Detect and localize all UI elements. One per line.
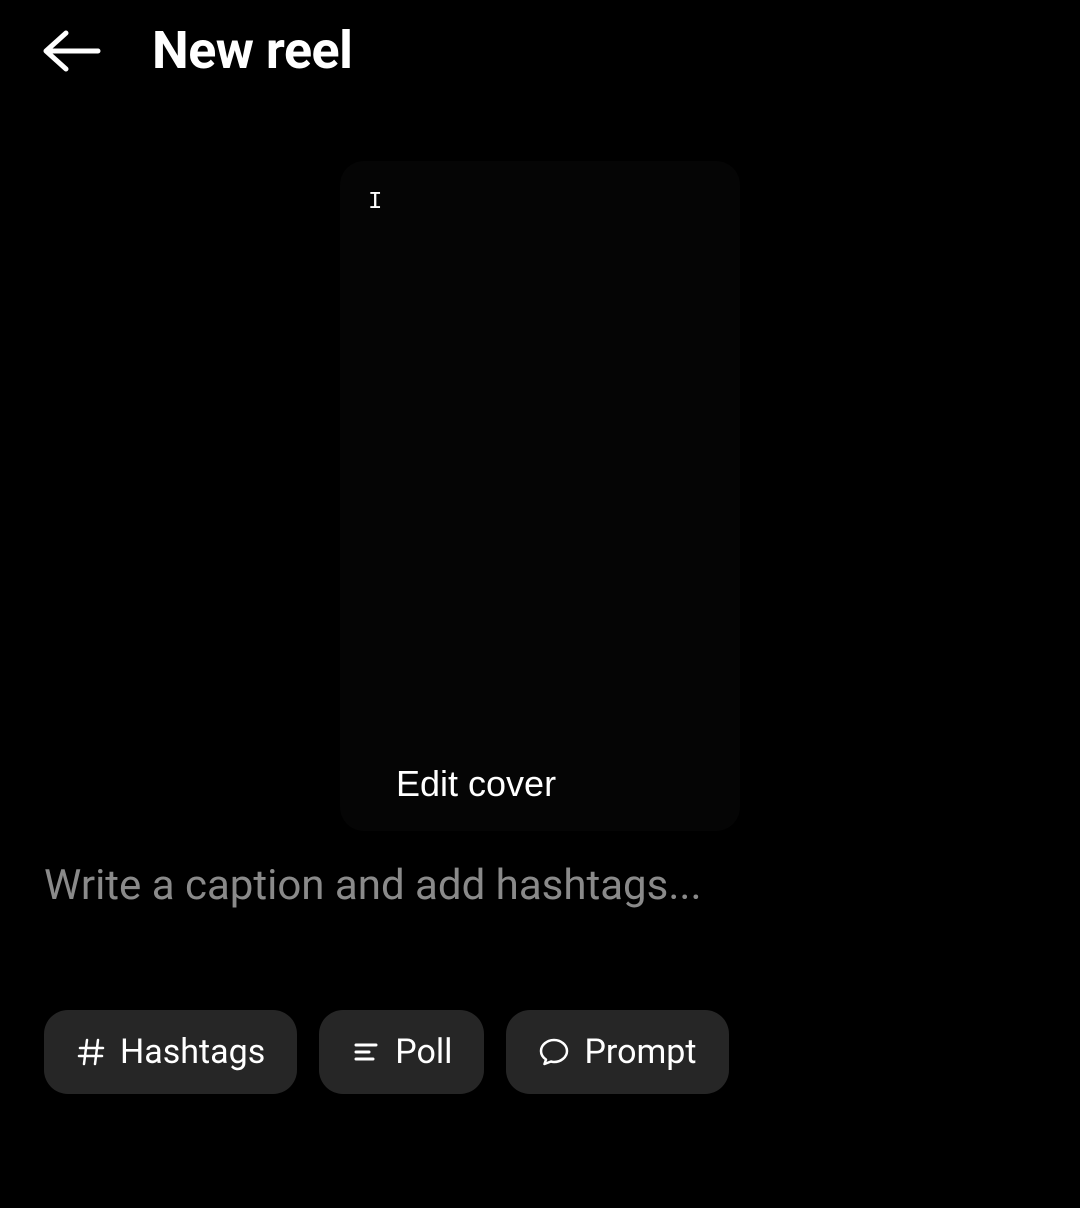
back-button[interactable] [40,27,102,75]
hashtag-icon [76,1037,106,1067]
prompt-chip-label: Prompt [584,1032,696,1072]
poll-chip[interactable]: Poll [319,1010,484,1094]
chip-row: Hashtags Poll Prompt [0,1010,1080,1094]
caption-area [0,831,1080,910]
poll-chip-label: Poll [395,1032,452,1072]
preview-overlay-text: I [340,161,740,216]
hashtags-chip-label: Hashtags [120,1032,265,1072]
edit-cover-button[interactable]: Edit cover [396,763,556,805]
reel-preview[interactable]: I Edit cover [340,161,740,831]
header: New reel [0,0,1080,101]
arrow-left-icon [40,27,102,75]
poll-icon [351,1037,381,1067]
caption-input[interactable] [44,861,1036,910]
prompt-icon [538,1036,570,1068]
prompt-chip[interactable]: Prompt [506,1010,728,1094]
hashtags-chip[interactable]: Hashtags [44,1010,297,1094]
preview-container: I Edit cover [0,161,1080,831]
page-title: New reel [152,20,352,81]
